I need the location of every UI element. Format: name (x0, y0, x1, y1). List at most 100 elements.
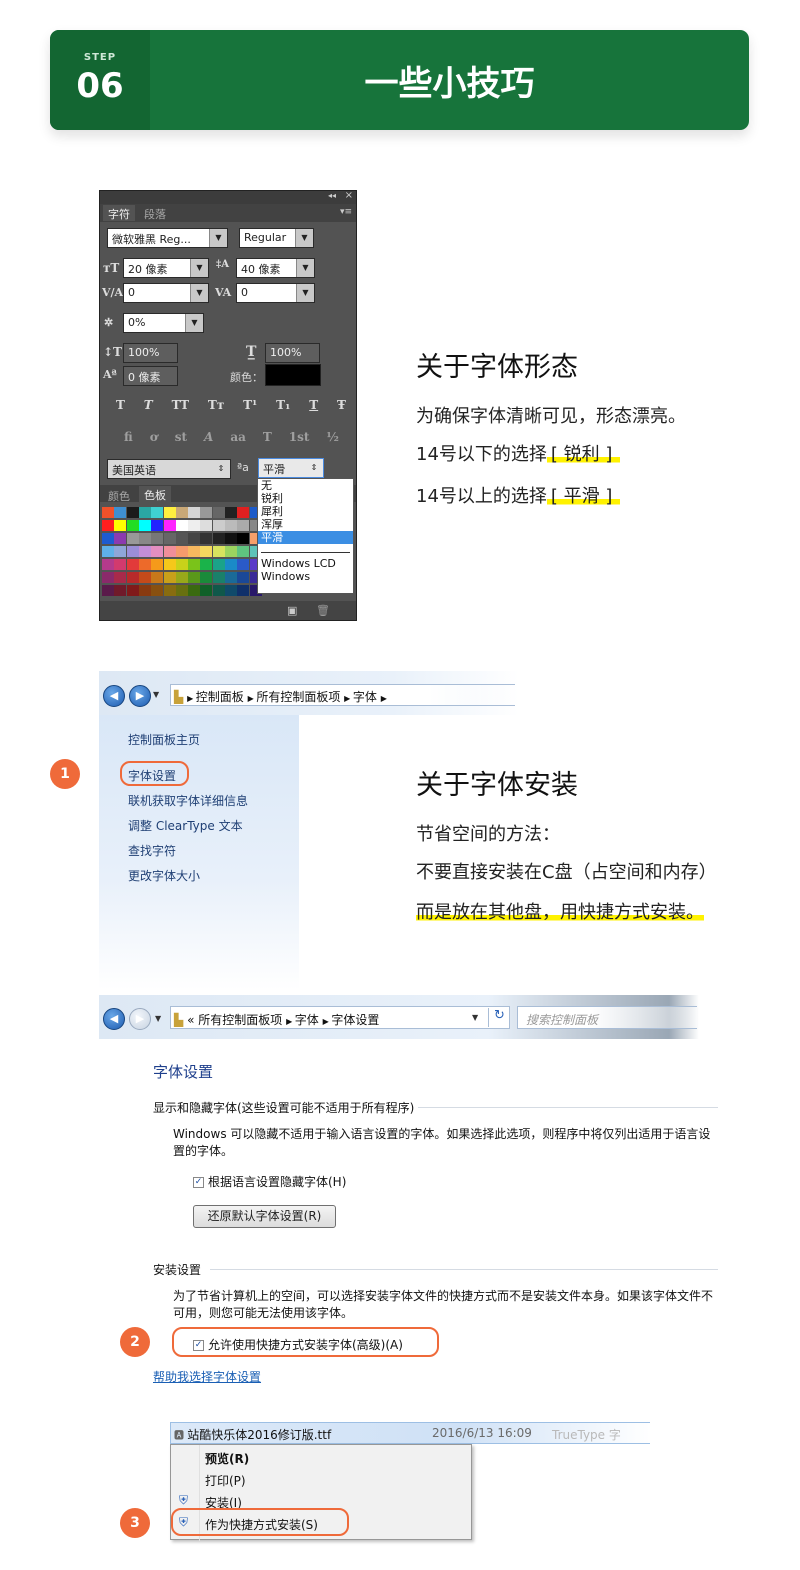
baseline-input[interactable]: 0 像素 (123, 366, 178, 386)
color-swatch-cell[interactable] (126, 585, 139, 596)
back-button[interactable]: ◀ (103, 685, 125, 707)
leading-select[interactable]: 40 像素 ▼ (236, 258, 315, 278)
ligature-icon[interactable]: fi (124, 430, 133, 446)
color-swatch-cell[interactable] (212, 533, 225, 544)
subscript-icon[interactable]: T₁ (276, 398, 290, 414)
sidebar-item-online-info[interactable]: 联机获取字体详细信息 (128, 792, 248, 809)
color-swatch-cell[interactable] (138, 533, 151, 544)
color-swatch-cell[interactable] (126, 572, 139, 583)
color-swatch-cell[interactable] (163, 533, 176, 544)
color-swatch-cell[interactable] (200, 520, 213, 531)
color-swatch-cell[interactable] (175, 520, 188, 531)
color-swatch-cell[interactable] (225, 546, 237, 557)
crumb-fonts[interactable]: 字体 (353, 690, 377, 704)
color-swatch-cell[interactable] (102, 507, 114, 518)
refresh-icon[interactable]: ↻ (488, 1008, 510, 1027)
crumb-control-panel[interactable]: 控制面板 (196, 690, 244, 704)
color-swatch-cell[interactable] (175, 533, 188, 544)
color-swatch-cell[interactable] (163, 520, 176, 531)
color-swatch-cell[interactable] (237, 585, 250, 596)
fractions-icon[interactable]: ½ (326, 430, 339, 446)
color-swatch-cell[interactable] (151, 546, 164, 557)
color-swatch-cell[interactable] (212, 559, 225, 570)
all-caps-icon[interactable]: TT (172, 398, 189, 414)
color-swatch-cell[interactable] (163, 507, 176, 518)
color-swatch-cell[interactable] (114, 559, 127, 570)
vertical-scale-input[interactable]: 100% (123, 343, 178, 363)
color-swatch-cell[interactable] (212, 520, 225, 531)
horizontal-scale-input[interactable]: 100% (265, 343, 320, 363)
color-swatch-cell[interactable] (151, 507, 164, 518)
sidebar-item-home[interactable]: 控制面板主页 (128, 731, 200, 748)
color-swatch-cell[interactable] (163, 585, 176, 596)
color-swatch-cell[interactable] (151, 585, 164, 596)
color-swatch-cell[interactable] (175, 572, 188, 583)
sidebar-item-find-char[interactable]: 查找字符 (128, 842, 176, 859)
color-swatch-cell[interactable] (188, 546, 201, 557)
option-sharp[interactable]: 锐利 (258, 492, 353, 505)
overflow-icon[interactable]: « (187, 1013, 194, 1027)
color-swatch-cell[interactable] (237, 572, 250, 583)
color-swatch-cell[interactable] (114, 507, 127, 518)
color-swatch-cell[interactable] (102, 585, 114, 596)
ordinals-icon[interactable]: 1st (289, 430, 310, 446)
color-swatch-cell[interactable] (126, 520, 139, 531)
titling-icon[interactable]: T (263, 430, 272, 446)
color-swatch-cell[interactable] (102, 520, 114, 531)
tab-swatches[interactable]: 色板 (139, 486, 171, 502)
color-swatch-cell[interactable] (138, 507, 151, 518)
forward-button-2[interactable]: ▶ (129, 1008, 151, 1030)
option-smooth[interactable]: 平滑 (258, 531, 353, 544)
scale-select[interactable]: 0% ▼ (123, 313, 204, 333)
color-swatch-cell[interactable] (151, 559, 164, 570)
color-swatch-cell[interactable] (225, 507, 237, 518)
trash-icon[interactable]: 🗑 (316, 604, 330, 617)
stylistic-alternates-icon[interactable]: aa (230, 430, 246, 446)
option-windows-lcd[interactable]: Windows LCD (258, 557, 353, 570)
color-swatch-cell[interactable] (114, 533, 127, 544)
faux-italic-icon[interactable]: T (144, 398, 153, 414)
color-swatch-cell[interactable] (225, 585, 237, 596)
tab-paragraph[interactable]: 段落 (139, 205, 171, 221)
color-swatch-cell[interactable] (188, 585, 201, 596)
close-icon[interactable]: × (345, 191, 353, 201)
color-swatch-cell[interactable] (175, 507, 188, 518)
color-swatch-cell[interactable] (212, 585, 225, 596)
superscript-icon[interactable]: T¹ (243, 398, 257, 414)
color-swatch-cell[interactable] (163, 572, 176, 583)
color-swatch-cell[interactable] (200, 533, 213, 544)
sidebar-item-cleartype[interactable]: 调整 ClearType 文本 (128, 817, 243, 834)
kerning-select[interactable]: 0 ▼ (123, 283, 209, 303)
color-swatch-cell[interactable] (126, 559, 139, 570)
crumb-all-items[interactable]: 所有控制面板项 (256, 690, 340, 704)
color-swatch-cell[interactable] (237, 546, 250, 557)
checkbox-checked-icon[interactable]: ✓ (193, 1177, 204, 1188)
history-dropdown-icon[interactable]: ▼ (155, 1014, 161, 1023)
color-swatch-cell[interactable] (126, 546, 139, 557)
color-swatch-cell[interactable] (200, 585, 213, 596)
color-swatch-cell[interactable] (225, 533, 237, 544)
color-swatch-cell[interactable] (212, 572, 225, 583)
underline-icon[interactable]: T (309, 398, 318, 414)
tracking-select[interactable]: 0 ▼ (236, 283, 315, 303)
color-swatch-cell[interactable] (126, 533, 139, 544)
color-swatch-cell[interactable] (175, 559, 188, 570)
font-family-select[interactable]: 微软雅黑 Reg... ▼ (107, 228, 228, 248)
antialias-select[interactable]: 平滑 ⇕ (258, 458, 324, 478)
color-swatch-cell[interactable] (212, 507, 225, 518)
tab-color[interactable]: 颜色 (103, 487, 135, 503)
back-button-2[interactable]: ◀ (103, 1008, 125, 1030)
color-swatch-cell[interactable] (188, 533, 201, 544)
menu-item-preview[interactable]: 预览(R) (205, 1450, 249, 1467)
color-swatch-cell[interactable] (200, 572, 213, 583)
color-swatch-cell[interactable] (151, 572, 164, 583)
search-input[interactable]: 搜索控制面板 (517, 1006, 697, 1029)
discretionary-ligature-icon[interactable]: st (175, 430, 187, 446)
color-swatch-cell[interactable] (102, 546, 114, 557)
forward-button[interactable]: ▶ (129, 685, 151, 707)
color-swatch-cell[interactable] (175, 546, 188, 557)
color-swatch[interactable] (265, 364, 321, 386)
color-swatch-cell[interactable] (188, 572, 201, 583)
hide-fonts-checkbox-row[interactable]: ✓ 根据语言设置隐藏字体(H) (193, 1173, 346, 1190)
color-swatch-cell[interactable] (151, 520, 164, 531)
